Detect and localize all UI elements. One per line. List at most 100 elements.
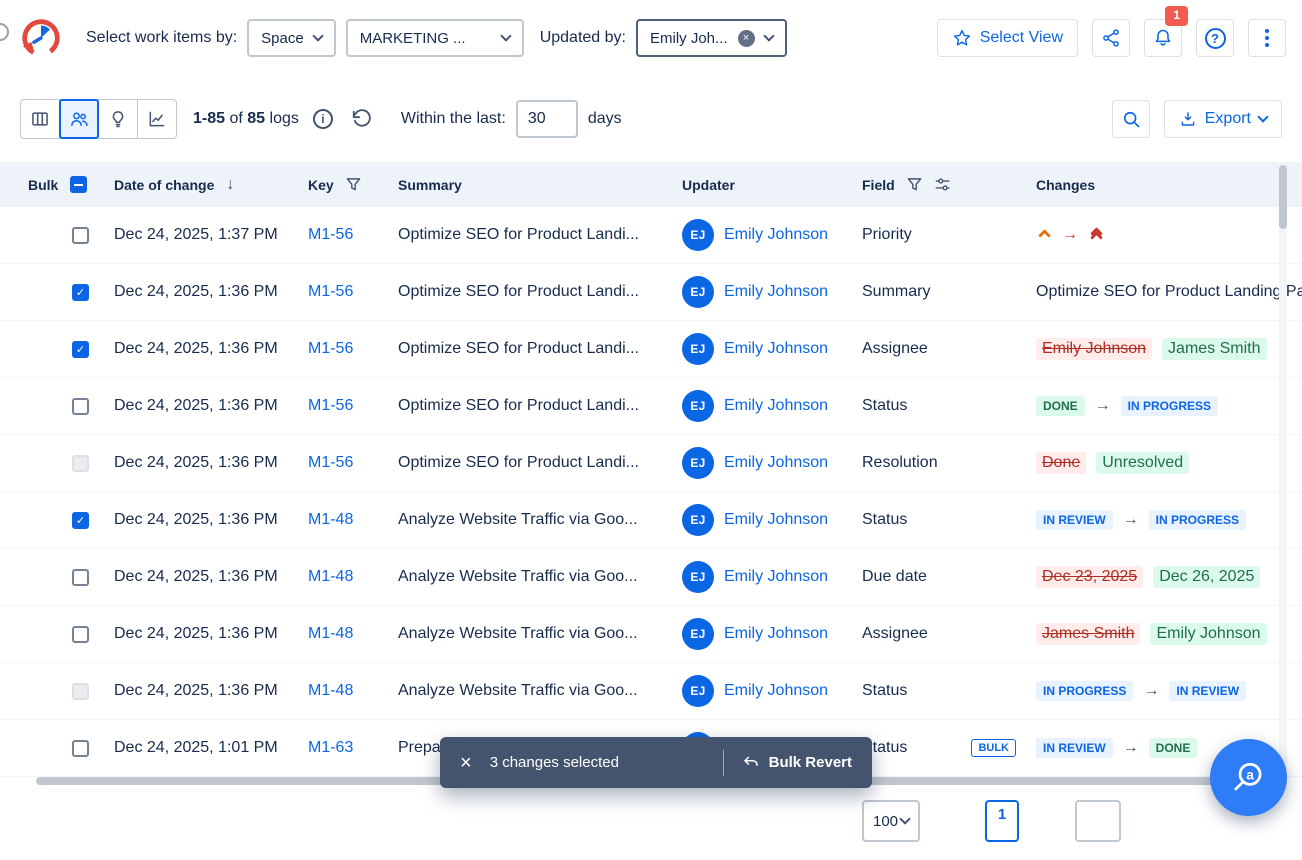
page-size-select[interactable]: 100: [862, 800, 920, 842]
logs-total: 85: [247, 110, 265, 127]
row-checkbox[interactable]: [72, 626, 89, 643]
clear-filter-icon[interactable]: ×: [738, 30, 755, 47]
space-dropdown-value: Space: [261, 30, 304, 47]
close-icon[interactable]: ×: [460, 753, 472, 773]
chevron-down-icon: [899, 813, 910, 824]
key-column-label: Key: [308, 177, 334, 193]
updater-name[interactable]: Emily Johnson: [724, 397, 828, 415]
filter-settings-icon[interactable]: [934, 176, 951, 193]
work-item-summary: Optimize SEO for Product Landi...: [398, 283, 682, 301]
select-view-button[interactable]: Select View: [937, 19, 1078, 57]
insights-view-button[interactable]: [98, 99, 138, 139]
status-badge-old: IN REVIEW: [1036, 738, 1113, 758]
notifications: 1: [1144, 19, 1182, 57]
change-date: Dec 24, 2025, 1:36 PM: [114, 625, 308, 643]
page-jump-input[interactable]: [1075, 800, 1121, 842]
filter-icon[interactable]: [907, 177, 922, 192]
bell-icon: [1153, 28, 1173, 48]
page-1-button[interactable]: 1: [985, 800, 1019, 842]
updater-name[interactable]: Emily Johnson: [724, 454, 828, 472]
updater-name[interactable]: Emily Johnson: [724, 283, 828, 301]
updater-name[interactable]: Emily Johnson: [724, 226, 828, 244]
search-button[interactable]: [1112, 100, 1150, 138]
share-button[interactable]: [1092, 19, 1130, 57]
work-item-key[interactable]: M1-63: [308, 739, 353, 756]
table-row: Dec 24, 2025, 1:36 PMM1-56Optimize SEO f…: [0, 435, 1302, 492]
logs-range: 1-85: [193, 110, 225, 127]
updater-cell: EJEmily Johnson: [682, 390, 862, 422]
bulk-cell: [28, 626, 114, 643]
export-button[interactable]: Export: [1164, 100, 1282, 138]
work-item-key[interactable]: M1-56: [308, 397, 353, 414]
more-menu-button[interactable]: [1248, 19, 1286, 57]
change-values: DoneUnresolved: [1036, 452, 1302, 474]
field-cell: Resolution: [862, 454, 1036, 472]
updater-name[interactable]: Emily Johnson: [724, 682, 828, 700]
row-checkbox[interactable]: ✓: [72, 341, 89, 358]
row-checkbox[interactable]: [72, 740, 89, 757]
field-name: Due date: [862, 568, 927, 586]
work-item-key[interactable]: M1-48: [308, 682, 353, 699]
table-row: Dec 24, 2025, 1:36 PMM1-48Analyze Websit…: [0, 663, 1302, 720]
updated-by-dropdown[interactable]: Emily Joh... ×: [636, 19, 787, 57]
kebab-icon: [1265, 29, 1269, 47]
select-all-checkbox[interactable]: [70, 176, 87, 193]
table-row: Dec 24, 2025, 1:36 PMM1-48Analyze Websit…: [0, 549, 1302, 606]
row-checkbox[interactable]: [72, 569, 89, 586]
old-value: James Smith: [1036, 623, 1140, 645]
field-cell: Status: [862, 511, 1036, 529]
space-dropdown[interactable]: Space: [247, 19, 336, 57]
column-header-field: Field: [862, 176, 1036, 193]
work-item-key[interactable]: M1-56: [308, 340, 353, 357]
change-date: Dec 24, 2025, 1:36 PM: [114, 454, 308, 472]
work-item-summary: Analyze Website Traffic via Goo...: [398, 511, 682, 529]
updater-name[interactable]: Emily Johnson: [724, 625, 828, 643]
updater-name[interactable]: Emily Johnson: [724, 511, 828, 529]
work-item-key[interactable]: M1-56: [308, 226, 353, 243]
pagination: 100 1: [0, 800, 1302, 860]
sort-descending-icon[interactable]: ↓: [226, 176, 234, 194]
column-header-date: Date of change ↓: [114, 176, 308, 194]
table-view-button[interactable]: [20, 99, 60, 139]
logs-of: of: [229, 110, 242, 127]
old-value: Done: [1036, 452, 1086, 474]
app-logo-icon: [18, 15, 64, 61]
share-icon: [1101, 28, 1121, 48]
work-item-key[interactable]: M1-48: [308, 625, 353, 642]
help-button[interactable]: ?: [1196, 19, 1234, 57]
chart-icon: [147, 109, 167, 129]
work-item-key[interactable]: M1-48: [308, 568, 353, 585]
row-checkbox[interactable]: ✓: [72, 284, 89, 301]
arrow-right-icon: →: [1143, 682, 1159, 700]
revert-history-icon[interactable]: [351, 108, 373, 130]
chart-view-button[interactable]: [137, 99, 177, 139]
days-input[interactable]: [516, 100, 578, 138]
floating-action-button[interactable]: a: [1210, 739, 1287, 816]
updater-name[interactable]: Emily Johnson: [724, 340, 828, 358]
work-item-key[interactable]: M1-56: [308, 454, 353, 471]
new-value: Dec 26, 2025: [1153, 566, 1260, 588]
filter-icon[interactable]: [346, 177, 361, 192]
updater-view-button[interactable]: [59, 99, 99, 139]
info-icon[interactable]: i: [313, 109, 333, 129]
row-checkbox[interactable]: ✓: [72, 512, 89, 529]
avatar: EJ: [682, 276, 714, 308]
bulk-revert-button[interactable]: Bulk Revert: [742, 754, 852, 772]
vertical-scrollbar-thumb[interactable]: [1279, 165, 1287, 229]
work-item-key[interactable]: M1-56: [308, 283, 353, 300]
project-dropdown[interactable]: MARKETING ...: [346, 19, 524, 57]
row-checkbox[interactable]: [72, 398, 89, 415]
work-item-key[interactable]: M1-48: [308, 511, 353, 528]
work-item-summary: Optimize SEO for Product Landi...: [398, 340, 682, 358]
change-date: Dec 24, 2025, 1:36 PM: [114, 340, 308, 358]
updater-cell: EJEmily Johnson: [682, 504, 862, 536]
key-cell: M1-48: [308, 568, 398, 586]
row-checkbox[interactable]: [72, 227, 89, 244]
change-date: Dec 24, 2025, 1:36 PM: [114, 397, 308, 415]
work-item-summary: Analyze Website Traffic via Goo...: [398, 682, 682, 700]
toolbar-actions: Export: [1112, 100, 1282, 138]
bulk-cell: ✓: [28, 341, 114, 358]
new-value: James Smith: [1162, 338, 1266, 360]
updater-name[interactable]: Emily Johnson: [724, 568, 828, 586]
change-values: IN PROGRESS→IN REVIEW: [1036, 681, 1302, 701]
